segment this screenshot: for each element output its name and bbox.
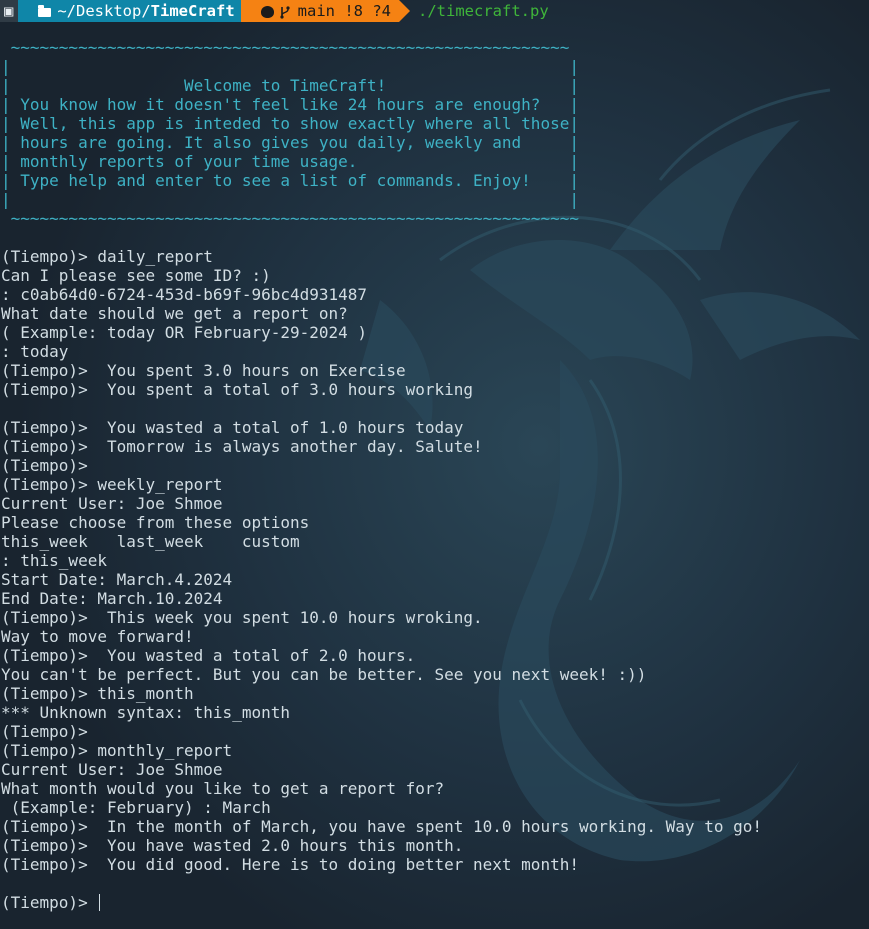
output-line: (Tiempo)> daily_report	[1, 247, 213, 266]
banner-line: ~~~~~~~~~~~~~~~~~~~~~~~~~~~~~~~~~~~~~~~~…	[1, 38, 570, 57]
banner-line: | monthly reports of your time usage. |	[1, 152, 579, 171]
banner-line: | |	[1, 57, 579, 76]
output-line: What date should we get a report on?	[1, 304, 348, 323]
output-line: ( Example: today OR February-29-2024 )	[1, 323, 368, 342]
banner-line: | Type help and enter to see a list of c…	[1, 171, 579, 190]
output-line: You can't be perfect. But you can be bet…	[1, 665, 647, 684]
output-line: (Tiempo)> In the month of March, you hav…	[1, 817, 762, 836]
output-line: (Tiempo)> weekly_report	[1, 475, 223, 494]
output-line: Start Date: March.4.2024	[1, 570, 233, 589]
output-line: (Tiempo)>	[1, 722, 88, 741]
github-icon	[260, 6, 274, 18]
command-text: ./timecraft.py	[418, 2, 549, 20]
directory-prefix: ~/Desktop/	[57, 2, 151, 20]
output-line: Way to move forward!	[1, 627, 194, 646]
output-line: : c0ab64d0-6724-453d-b69f-96bc4d931487	[1, 285, 368, 304]
output-line: Current User: Joe Shmoe	[1, 494, 223, 513]
output-line: : this_week	[1, 551, 107, 570]
output-line: (Example: February) : March	[1, 798, 271, 817]
terminal-output[interactable]: ~~~~~~~~~~~~~~~~~~~~~~~~~~~~~~~~~~~~~~~~…	[1, 38, 762, 912]
shell-prompt-bar: ▣ ~/Desktop/TimeCraft main !8 ?4 ./timec…	[0, 0, 869, 22]
output-line: : today	[1, 342, 69, 361]
output-line: (Tiempo)> You spent 3.0 hours on Exercis…	[1, 361, 406, 380]
output-line: (Tiempo)> You did good. Here is to doing…	[1, 855, 579, 874]
directory-current: TimeCraft	[150, 2, 235, 20]
banner-line: | Welcome to TimeCraft! |	[1, 76, 579, 95]
output-line: Current User: Joe Shmoe	[1, 760, 223, 779]
text-cursor	[99, 894, 101, 911]
command-input-line[interactable]: (Tiempo)>	[1, 893, 762, 912]
banner-line: ~~~~~~~~~~~~~~~~~~~~~~~~~~~~~~~~~~~~~~~~…	[1, 209, 579, 228]
output-line: (Tiempo)> this_month	[1, 684, 194, 703]
session-output: (Tiempo)> daily_report Can I please see …	[1, 247, 762, 893]
linux-logo-icon: ▣	[4, 2, 14, 20]
output-line: Please choose from these options	[1, 513, 310, 532]
output-line: (Tiempo)> You spent a total of 3.0 hours…	[1, 380, 474, 399]
output-line: *** Unknown syntax: this_month	[1, 703, 290, 722]
output-line: (Tiempo)> monthly_report	[1, 741, 233, 760]
git-status: main !8 ?4	[297, 2, 391, 20]
output-line: (Tiempo)> You wasted a total of 1.0 hour…	[1, 418, 464, 437]
output-line: (Tiempo)> You have wasted 2.0 hours this…	[1, 836, 464, 855]
input-prompt: (Tiempo)>	[1, 893, 98, 912]
os-segment: ▣	[0, 0, 30, 22]
directory-segment: ~/Desktop/TimeCraft	[18, 0, 253, 22]
output-line: this_week last_week custom	[1, 532, 300, 551]
output-line: (Tiempo)> This week you spent 10.0 hours…	[1, 608, 483, 627]
output-line: (Tiempo)> Tomorrow is always another day…	[1, 437, 483, 456]
banner-line: | You know how it doesn't feel like 24 h…	[1, 95, 579, 114]
banner-line: | |	[1, 190, 579, 209]
folder-icon	[38, 4, 52, 17]
output-line: End Date: March.10.2024	[1, 589, 223, 608]
welcome-banner: ~~~~~~~~~~~~~~~~~~~~~~~~~~~~~~~~~~~~~~~~…	[1, 38, 762, 228]
output-line: (Tiempo)>	[1, 456, 88, 475]
git-branch-icon	[280, 6, 290, 19]
output-line: (Tiempo)> You wasted a total of 2.0 hour…	[1, 646, 416, 665]
banner-line: | hours are going. It also gives you dai…	[1, 133, 579, 152]
banner-line: | Well, this app is inteded to show exac…	[1, 114, 579, 133]
output-line: What month would you like to get a repor…	[1, 779, 445, 798]
output-line: Can I please see some ID? :)	[1, 266, 271, 285]
git-segment: main !8 ?4	[240, 0, 411, 22]
